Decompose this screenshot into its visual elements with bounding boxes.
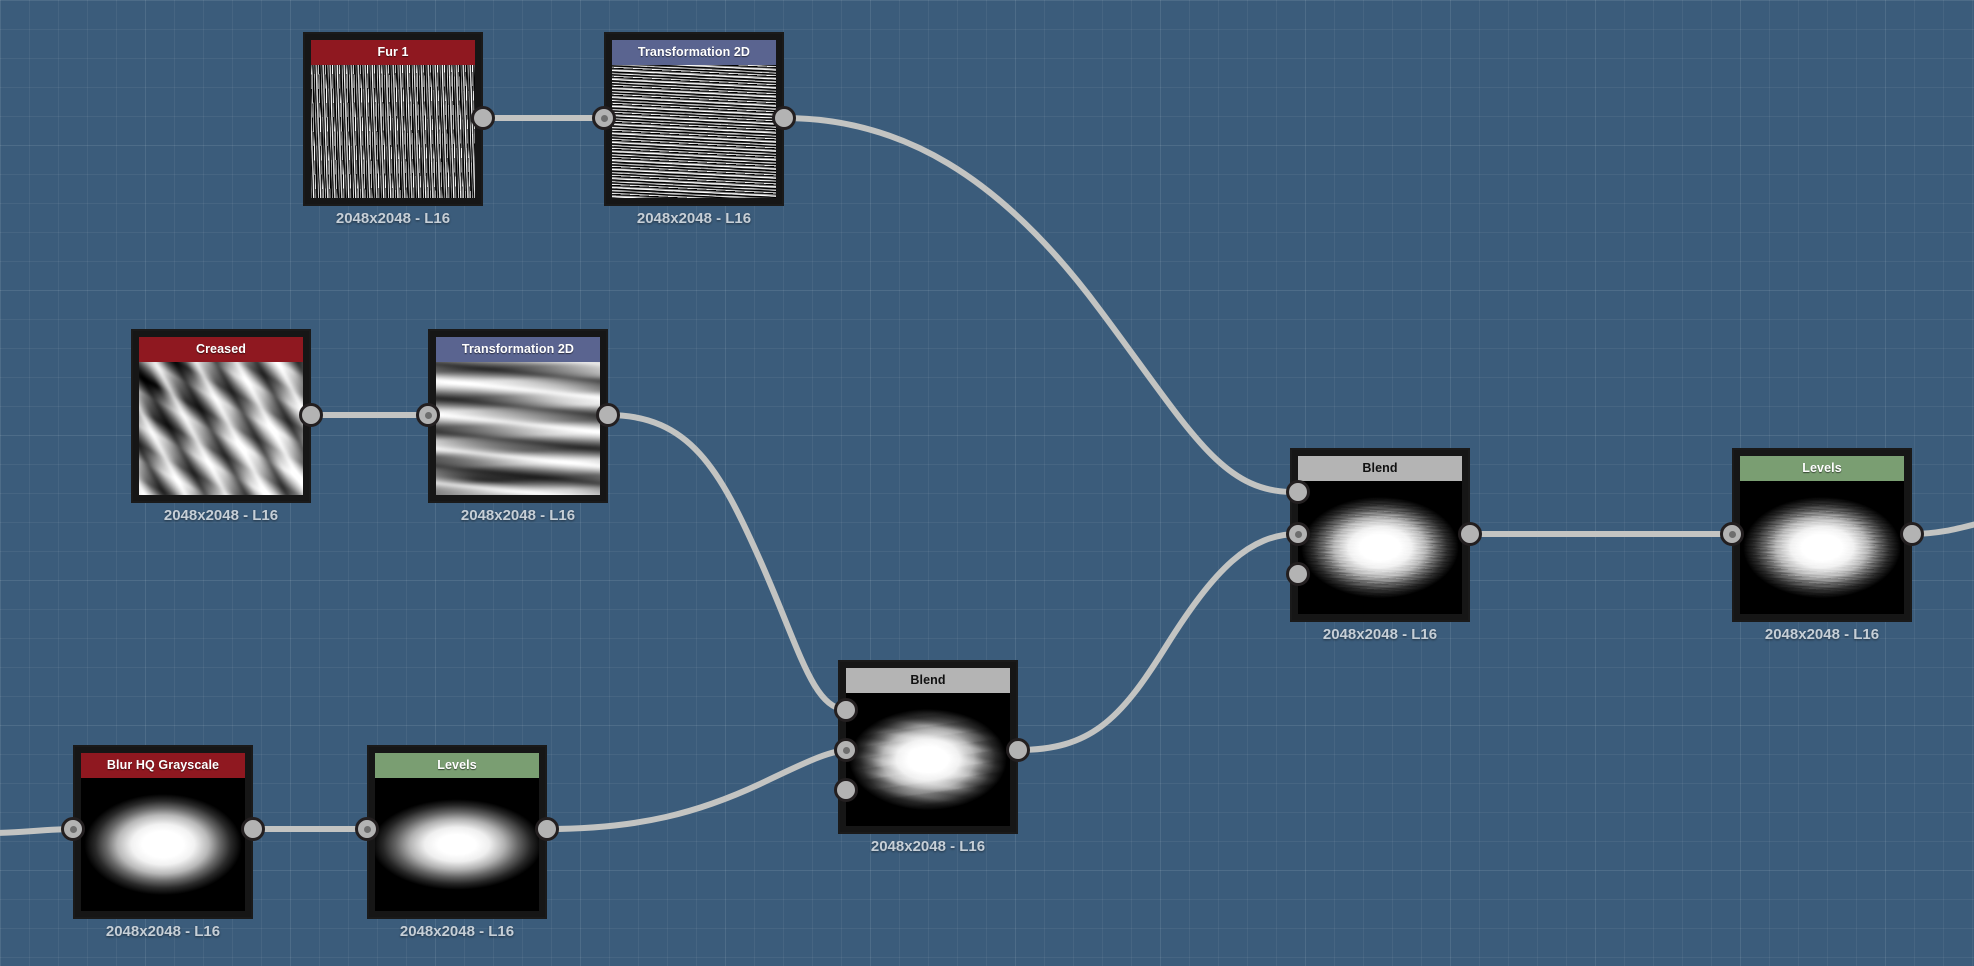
- node-levels2[interactable]: Levels: [1732, 448, 1912, 622]
- port-blend2-input-foreground[interactable]: [1286, 480, 1310, 504]
- node-thumbnail-fur1: [311, 65, 475, 198]
- node-title: Levels: [1802, 461, 1842, 475]
- node-body: Fur 1: [311, 40, 475, 198]
- wire-transform1-to-blend2: [781, 115, 1293, 495]
- node-caption-creased: 2048x2048 - L16: [163, 507, 279, 524]
- node-transform2[interactable]: Transformation 2D: [428, 329, 608, 503]
- node-header-fur1[interactable]: Fur 1: [311, 40, 475, 65]
- node-title: Transformation 2D: [461, 342, 575, 356]
- node-thumbnail-blend1: [846, 693, 1010, 826]
- node-transform1[interactable]: Transformation 2D: [604, 32, 784, 206]
- node-header-levels2[interactable]: Levels: [1740, 456, 1904, 481]
- node-thumbnail-transform1: [612, 65, 776, 198]
- node-header-levels1[interactable]: Levels: [375, 753, 539, 778]
- node-caption-blend1: 2048x2048 - L16: [870, 838, 986, 855]
- node-header-transform2[interactable]: Transformation 2D: [436, 337, 600, 362]
- node-body: Levels: [375, 753, 539, 911]
- node-body: Transformation 2D: [612, 40, 776, 198]
- node-thumbnail-levels1: [375, 778, 539, 911]
- node-thumbnail-blend2: [1298, 481, 1462, 614]
- node-levels1[interactable]: Levels: [367, 745, 547, 919]
- port-blend1-output[interactable]: [1006, 738, 1030, 762]
- wire-blend1-to-blend2: [1015, 531, 1301, 753]
- node-body: Blur HQ Grayscale: [81, 753, 245, 911]
- node-caption-levels2: 2048x2048 - L16: [1764, 626, 1880, 643]
- wire-transform2-to-blend1: [605, 412, 849, 713]
- port-creased-output[interactable]: [299, 403, 323, 427]
- node-thumbnail-creased: [139, 362, 303, 495]
- node-creased[interactable]: Creased: [131, 329, 311, 503]
- node-caption-blend2: 2048x2048 - L16: [1322, 626, 1438, 643]
- port-transform1-output[interactable]: [772, 106, 796, 130]
- port-blur-hq-grayscale-input[interactable]: [61, 817, 85, 841]
- node-thumbnail-transform2: [436, 362, 600, 495]
- node-body: Creased: [139, 337, 303, 495]
- node-thumbnail-blur-hq-grayscale: [81, 778, 245, 911]
- port-blend2-output[interactable]: [1458, 522, 1482, 546]
- node-caption-blur-hq-grayscale: 2048x2048 - L16: [105, 923, 221, 940]
- port-transform2-output[interactable]: [596, 403, 620, 427]
- node-header-transform1[interactable]: Transformation 2D: [612, 40, 776, 65]
- node-title: Levels: [437, 758, 477, 772]
- port-blend1-input-background[interactable]: [834, 738, 858, 762]
- port-fur1-output[interactable]: [471, 106, 495, 130]
- node-header-blur-hq-grayscale[interactable]: Blur HQ Grayscale: [81, 753, 245, 778]
- node-title: Blend: [910, 673, 946, 687]
- node-caption-levels1: 2048x2048 - L16: [399, 923, 515, 940]
- port-levels2-input[interactable]: [1720, 522, 1744, 546]
- node-blend1[interactable]: Blend: [838, 660, 1018, 834]
- node-blend2[interactable]: Blend: [1290, 448, 1470, 622]
- node-caption-transform1: 2048x2048 - L16: [636, 210, 752, 227]
- wire-levels1-to-blend1: [544, 747, 849, 832]
- node-graph-canvas[interactable]: Fur 1 2048x2048 - L16 Transformation 2D …: [0, 0, 1974, 966]
- port-levels1-input[interactable]: [355, 817, 379, 841]
- node-title: Fur 1: [377, 45, 409, 59]
- port-levels1-output[interactable]: [535, 817, 559, 841]
- node-title: Transformation 2D: [637, 45, 751, 59]
- node-header-blend1[interactable]: Blend: [846, 668, 1010, 693]
- port-blend2-input-background[interactable]: [1286, 522, 1310, 546]
- port-levels2-output[interactable]: [1900, 522, 1924, 546]
- port-blend2-input-mask[interactable]: [1286, 562, 1310, 586]
- port-blur-hq-grayscale-output[interactable]: [241, 817, 265, 841]
- node-fur1[interactable]: Fur 1: [303, 32, 483, 206]
- node-header-creased[interactable]: Creased: [139, 337, 303, 362]
- node-title: Blend: [1362, 461, 1398, 475]
- node-body: Levels: [1740, 456, 1904, 614]
- node-title: Blur HQ Grayscale: [106, 758, 220, 772]
- node-body: Blend: [846, 668, 1010, 826]
- port-transform1-input[interactable]: [592, 106, 616, 130]
- node-caption-transform2: 2048x2048 - L16: [460, 507, 576, 524]
- node-thumbnail-levels2: [1740, 481, 1904, 614]
- node-body: Transformation 2D: [436, 337, 600, 495]
- port-blend1-input-foreground[interactable]: [834, 698, 858, 722]
- node-header-blend2[interactable]: Blend: [1298, 456, 1462, 481]
- port-blend1-input-mask[interactable]: [834, 778, 858, 802]
- port-transform2-input[interactable]: [416, 403, 440, 427]
- node-title: Creased: [195, 342, 247, 356]
- node-body: Blend: [1298, 456, 1462, 614]
- node-blur-hq-grayscale[interactable]: Blur HQ Grayscale: [73, 745, 253, 919]
- node-caption-fur1: 2048x2048 - L16: [335, 210, 451, 227]
